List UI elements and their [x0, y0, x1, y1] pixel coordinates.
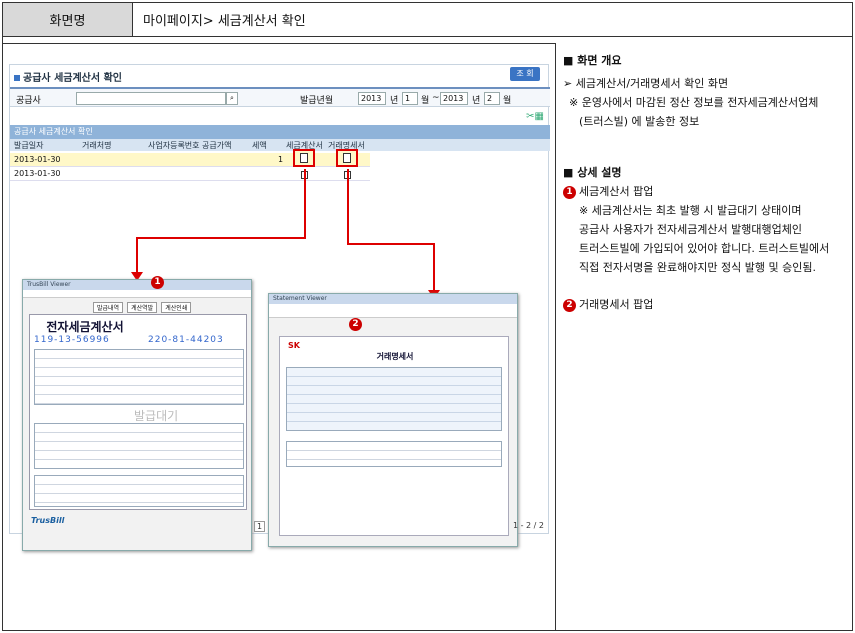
- item-2-label: 거래명세서 팝업: [579, 298, 654, 311]
- screen-spec-frame: 화면명 마이페이지> 세금계산서 확인 공급사 세금계산서 확인 조 회 공급사…: [2, 2, 853, 631]
- item-1-note-1: ※ 세금계산서는 최초 발행 시 발급대기 상태이며: [579, 204, 802, 217]
- pager-summary: 1 - 2 / 2: [512, 521, 544, 530]
- detail-item-2: 2 거래명세서 팝업: [563, 295, 846, 314]
- tax-invoice-app: 공급사 세금계산서 확인 조 회 공급사 ⌕ 발급년월 2013 년 1 월 ~…: [9, 64, 550, 551]
- screen-name-label: 화면명: [3, 3, 133, 37]
- item-1-note-4: 직접 전자서명을 완료해야지만 정식 발행 및 승인됨.: [579, 261, 816, 274]
- document-icon: [343, 153, 351, 163]
- excel-icon[interactable]: ✂▦: [526, 111, 544, 122]
- to-year-select[interactable]: 2013: [440, 92, 468, 105]
- to-month-unit: 월: [503, 96, 512, 106]
- grid-columns: 발급일자 거래처명 사업자등록번호 공급가액 세액 세금계산서 거래명세서: [10, 139, 550, 151]
- col-issue-date: 발급일자: [14, 141, 44, 150]
- app-title: 공급사 세금계산서 확인: [14, 69, 122, 84]
- marker-2: 2: [349, 318, 362, 331]
- col-supply-amount: 공급가액: [202, 141, 232, 150]
- connector-line: [304, 169, 306, 239]
- overview-line-2: ※ 운영사에서 마감된 정산 정보를 전자세금계산서업체: [569, 96, 819, 109]
- from-year-unit: 년: [390, 96, 399, 106]
- connector-line: [136, 237, 138, 273]
- overview-line-1: ➢ 세금계산서/거래명세서 확인 화면: [563, 77, 729, 90]
- row-date: 2013-01-30: [14, 155, 61, 164]
- search-icon[interactable]: ⌕: [226, 92, 238, 105]
- party-info-grid: [34, 349, 244, 405]
- tab-issue-history[interactable]: 발급내역: [93, 302, 124, 313]
- tax-invoice-button[interactable]: [293, 149, 315, 167]
- status-watermark: 발급대기: [134, 409, 179, 423]
- range-separator: ~: [432, 93, 440, 103]
- popup-titlebar: Statement Viewer: [269, 294, 517, 304]
- popup-titlebar: TrusBill Viewer: [23, 280, 251, 290]
- title-bullet-icon: [14, 75, 20, 81]
- marker-1: 1: [151, 276, 164, 289]
- trusbill-logo: TrusBill: [31, 516, 65, 525]
- col-tax: 세액: [252, 141, 267, 150]
- from-month-select[interactable]: 1: [402, 92, 418, 105]
- sk-logo: SK: [288, 341, 300, 350]
- item-grid: [34, 423, 244, 469]
- row-date: 2013-01-30: [14, 169, 61, 178]
- col-client: 거래처명: [82, 141, 112, 150]
- party-info-grid: [286, 367, 502, 431]
- statement-title: 거래명세서: [376, 352, 414, 361]
- grid-title-bar: 공급사 세금계산서 확인: [10, 125, 550, 139]
- statement-popup: Statement Viewer 2 SK 거래명세서: [268, 293, 518, 547]
- item-grid: [286, 441, 502, 467]
- total-grid: [34, 475, 244, 507]
- tax-invoice-popup: TrusBill Viewer 발급내역 계산역발 계산인쇄 전자세금계산서 1…: [22, 276, 252, 551]
- search-bar: 공급사 ⌕ 발급년월 2013 년 1 월 ~ 2013 년 2 월: [10, 87, 550, 107]
- popup-tabs: 발급내역 계산역발 계산인쇄: [93, 302, 192, 313]
- item-1-note-2: 공급사 사용자가 전자세금계산서 발행대행업체인: [579, 223, 803, 236]
- col-biz-no: 사업자등록번호: [148, 141, 200, 150]
- invoice-title: 전자세금계산서: [46, 320, 124, 334]
- tab-calc[interactable]: 계산역발: [127, 302, 158, 313]
- screenshot-pane: 공급사 세금계산서 확인 조 회 공급사 ⌕ 발급년월 2013 년 1 월 ~…: [3, 43, 556, 630]
- connector-line: [347, 243, 435, 245]
- marker-1: 1: [563, 185, 576, 199]
- from-year-select[interactable]: 2013: [358, 92, 386, 105]
- supplier-label: 공급사: [16, 96, 41, 106]
- item-1-note-3: 트러스트빌에 가입되어 있어야 합니다. 트러스트빌에서: [579, 242, 830, 255]
- app-title-text: 공급사 세금계산서 확인: [23, 73, 122, 84]
- statement-body: SK 거래명세서: [279, 336, 509, 536]
- issue-date-label: 발급년월: [300, 96, 334, 106]
- buyer-reg-no: 220-81-44203: [148, 335, 224, 345]
- description-pane: ■ 화면 개요 ➢ 세금계산서/거래명세서 확인 화면 ※ 운영사에서 마감된 …: [563, 51, 846, 314]
- connector-line: [433, 243, 435, 291]
- tab-print[interactable]: 계산인쇄: [161, 302, 192, 313]
- detail-title: ■ 상세 설명: [563, 166, 622, 179]
- supplier-reg-no: 119-13-56996: [34, 335, 110, 345]
- table-row[interactable]: 2013-01-30 1: [10, 153, 370, 167]
- detail-item-1: 1 세금계산서 팝업: [563, 182, 846, 201]
- popup-address-bar: [23, 290, 251, 298]
- supplier-input[interactable]: [76, 92, 226, 105]
- row-count: 1: [278, 155, 284, 164]
- to-year-unit: 년: [472, 96, 481, 106]
- to-month-select[interactable]: 2: [484, 92, 500, 105]
- connector-line: [347, 169, 349, 245]
- search-button[interactable]: 조 회: [510, 67, 540, 81]
- statement-button[interactable]: [336, 149, 358, 167]
- pager-page-button[interactable]: 1: [254, 521, 266, 532]
- table-row[interactable]: 2013-01-30: [10, 167, 370, 181]
- document-icon: [300, 153, 308, 163]
- marker-2: 2: [563, 298, 576, 312]
- item-1-label: 세금계산서 팝업: [579, 185, 654, 198]
- popup-toolbar: [269, 304, 517, 318]
- connector-line: [136, 237, 306, 239]
- overview-line-3: (트러스빌) 에 발송한 정보: [579, 115, 700, 128]
- invoice-body: 전자세금계산서 119-13-56996 220-81-44203 발급대기: [29, 314, 247, 510]
- screen-name-title: 마이페이지> 세금계산서 확인: [133, 3, 852, 37]
- overview-title: ■ 화면 개요: [563, 54, 622, 67]
- from-month-unit: 월: [421, 96, 430, 106]
